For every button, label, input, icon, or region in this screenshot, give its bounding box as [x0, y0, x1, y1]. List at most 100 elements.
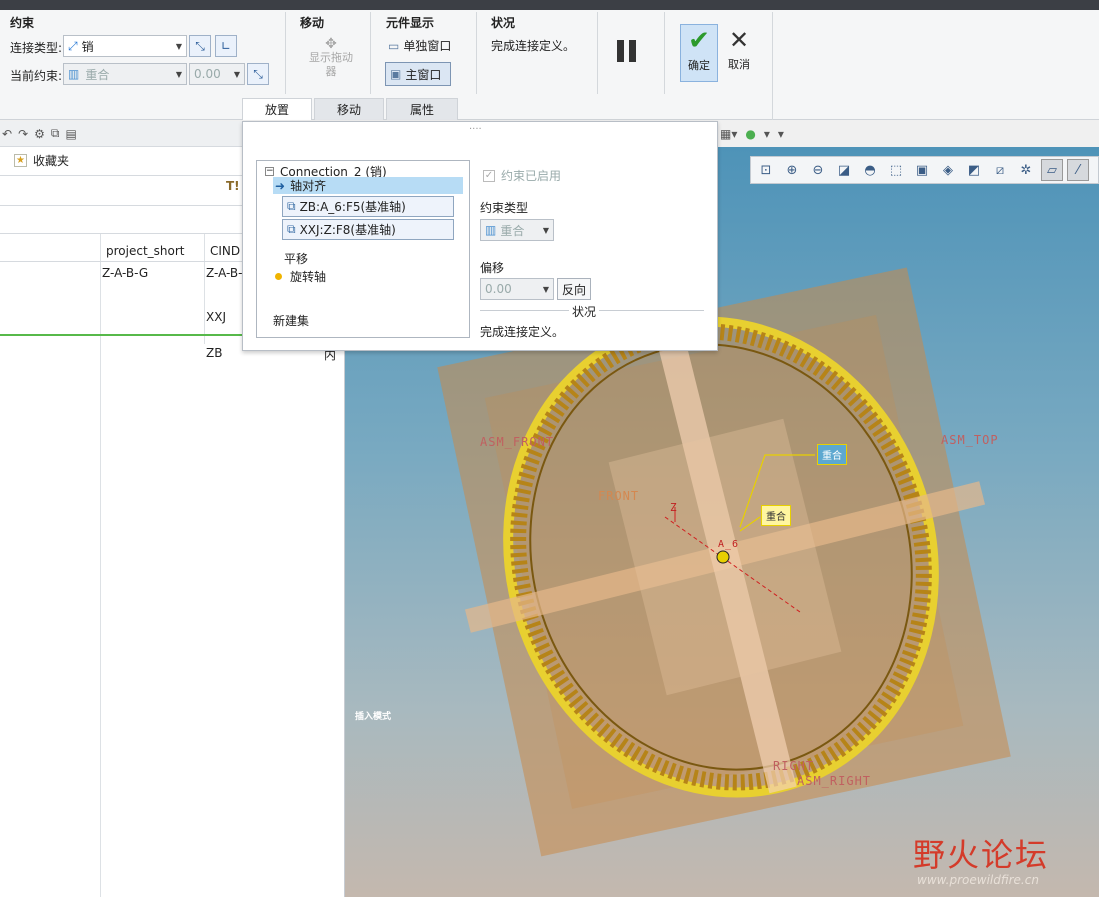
constraint-type-dropdown[interactable]: ▥ 重合 ▼ — [480, 219, 554, 241]
tree-item-label: 轴对齐 — [290, 179, 327, 193]
window-icon: ▣ — [390, 67, 402, 81]
section-icon[interactable]: ◩ — [963, 159, 985, 181]
offset-value: 0.00 — [485, 282, 512, 296]
datum-display-icon[interactable]: ⧄ — [989, 159, 1011, 181]
constraint-type-value: 重合 — [500, 223, 525, 238]
connection-type-label: 连接类型: — [10, 41, 63, 55]
column-header-project-short[interactable]: project_short — [106, 244, 185, 258]
new-set-link[interactable]: 新建集 — [273, 312, 309, 329]
chevron-down-icon[interactable]: ▾ — [764, 127, 770, 141]
collapse-icon[interactable]: − — [265, 167, 274, 176]
table-cell: Z-A-B-G — [102, 266, 149, 280]
offset-input[interactable]: 0.00 ▼ — [189, 63, 245, 85]
main-window-button[interactable]: ▣ 主窗口 — [385, 62, 451, 86]
offset-flip-button[interactable]: ⤡ — [247, 63, 269, 85]
reference-field-1[interactable]: ⧉ ZB:A_6:F5(基准轴) — [282, 196, 454, 217]
regenerate-icon[interactable]: ⚙ — [34, 127, 45, 141]
show-drag-label: 显示拖动器 — [309, 51, 353, 78]
axis-origin-marker — [716, 550, 730, 564]
datum-label: ASM_FRONT — [480, 435, 555, 449]
window-icon: ▭ — [388, 38, 400, 53]
tab-properties[interactable]: 属性 — [386, 98, 458, 120]
separate-window-button[interactable]: ▭ 单独窗口 — [388, 37, 451, 54]
flip-constraint-button[interactable]: ⤡ — [189, 35, 211, 57]
saved-views-icon[interactable]: ⬚ — [885, 159, 907, 181]
datum-axis-icon: ⧉ — [287, 222, 296, 236]
separate-window-label: 单独窗口 — [403, 39, 452, 53]
cancel-label: 取消 — [728, 58, 750, 71]
connection-type-dropdown[interactable]: ⤢ 销 ▼ — [63, 35, 187, 57]
windows-icon[interactable]: ⧉ — [51, 126, 60, 141]
spin-center-icon[interactable]: ✲ — [1015, 159, 1037, 181]
tree-item-label: 旋转轴 — [290, 270, 327, 284]
datum-label: RIGHT — [773, 759, 815, 773]
tree-item-axis-align[interactable]: ➜ 轴对齐 — [273, 177, 463, 194]
arrow-right-icon: ➜ — [275, 178, 286, 193]
current-constraint-dropdown[interactable]: ▥ 重合 ▼ — [63, 63, 187, 85]
coincident-icon: ▥ — [68, 67, 80, 81]
ok-button[interactable]: ✔ 确定 — [680, 24, 718, 82]
dot-icon — [275, 273, 282, 280]
flip-icon: ⤡ — [195, 38, 205, 53]
divider — [597, 12, 598, 94]
reference-field-2[interactable]: ⧉ XXJ:Z:F8(基准轴) — [282, 219, 454, 240]
main-window-label: 主窗口 — [405, 67, 442, 82]
undo-icon[interactable]: ↶ — [2, 127, 12, 141]
dragger-icon: ✥ — [325, 36, 337, 52]
placement-panel: ···· − Connection_2 (销) ➜ 轴对齐 ⧉ ZB:A_6:F… — [242, 121, 718, 351]
cancel-button[interactable]: ✕ 取消 — [722, 24, 756, 82]
divider — [285, 12, 286, 94]
coincident-callout[interactable]: 重合 — [817, 444, 847, 465]
status-section-label: 状况 — [569, 303, 600, 320]
constraint-set-tree: − Connection_2 (销) ➜ 轴对齐 ⧉ ZB:A_6:F5(基准轴… — [256, 160, 470, 338]
ribbon: 约束 连接类型: ⤢ 销 ▼ ⤡ ∟ 当前约束: ▥ 重合 ▼ 0.00 ▼ ⤡… — [0, 10, 1099, 120]
watermark-title: 野火论坛 — [913, 830, 1049, 876]
divider — [772, 12, 773, 120]
status-group-title: 状况 — [491, 16, 516, 30]
flip-icon: ⤡ — [253, 66, 263, 81]
chevron-down-icon: ▼ — [233, 69, 241, 79]
connection-option-button[interactable]: ∟ — [215, 35, 237, 57]
watermark-url: www.proewildfire.cn — [917, 873, 1039, 887]
repaint-icon[interactable]: ◪ — [833, 159, 855, 181]
current-constraint-label: 当前约束: — [10, 69, 63, 83]
column-header-cind[interactable]: CIND — [210, 244, 240, 258]
chevron-down-icon: ▼ — [542, 284, 550, 294]
datum-label: FRONT — [598, 489, 640, 503]
close-icon: ✕ — [728, 26, 750, 54]
datum-label: ASM_RIGHT — [797, 774, 872, 788]
zoom-out-icon[interactable]: ⊖ — [807, 159, 829, 181]
tree-item-rotation-axis[interactable]: 旋转轴 — [275, 268, 326, 285]
redo-icon[interactable]: ↷ — [18, 127, 28, 141]
tab-placement[interactable]: 放置 — [242, 98, 312, 120]
current-constraint-value: 重合 — [85, 67, 110, 82]
status-text: 完成连接定义。 — [480, 325, 565, 339]
tab-move[interactable]: 移动 — [314, 98, 384, 120]
flip-button[interactable]: 反向 — [557, 278, 591, 300]
plane-display-icon[interactable]: ▱ — [1041, 159, 1063, 181]
axis-display-icon[interactable]: ⁄ — [1067, 159, 1089, 181]
save-icon[interactable]: ▤ — [65, 127, 76, 141]
offset-value: 0.00 — [194, 67, 221, 81]
constraint-enabled-checkbox[interactable]: ✓ 约束已启用 — [483, 167, 561, 184]
favorites-button[interactable]: ★ 收藏夹 — [14, 152, 69, 169]
style-icon[interactable]: ▦▾ — [720, 127, 737, 141]
pause-button[interactable] — [617, 40, 636, 62]
tree-item-translation[interactable]: 平移 — [284, 250, 308, 267]
show-drag-button[interactable]: ✥ 显示拖动器 — [304, 37, 358, 79]
offset-value-input[interactable]: 0.00 ▼ — [480, 278, 554, 300]
connection-type-value: 销 — [81, 39, 94, 54]
display-style-icon[interactable]: ◓ — [859, 159, 881, 181]
panel-grip[interactable]: ···· — [469, 124, 482, 135]
pin-icon: ⤢ — [68, 38, 78, 53]
more-icon[interactable]: ▾ — [778, 127, 784, 141]
zoom-in-icon[interactable]: ⊕ — [781, 159, 803, 181]
view-manager-icon[interactable]: ▣ — [911, 159, 933, 181]
reference-label: ZB:A_6:F5(基准轴) — [299, 200, 406, 214]
pause-icon-bar — [629, 40, 636, 62]
appearance-icon[interactable]: ● — [745, 127, 755, 141]
refit-icon[interactable]: ⊡ — [755, 159, 777, 181]
tools-icon[interactable]: T! — [226, 179, 240, 193]
perspective-icon[interactable]: ◈ — [937, 159, 959, 181]
coincident-callout[interactable]: 重合 — [761, 505, 791, 526]
